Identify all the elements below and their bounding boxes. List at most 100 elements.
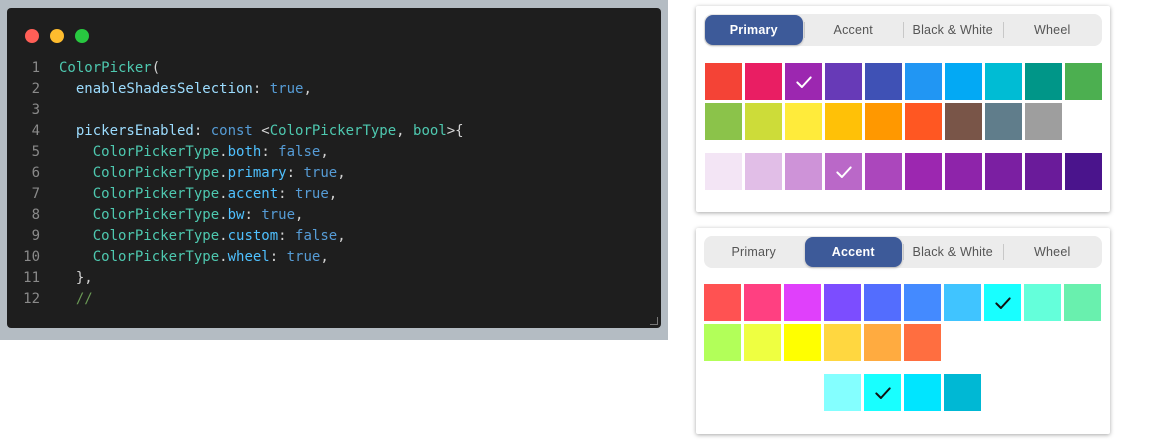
color-swatch[interactable] xyxy=(784,284,821,321)
shade-swatch[interactable] xyxy=(944,374,981,411)
shade-color-row xyxy=(705,153,1105,190)
code-token: false xyxy=(295,228,338,244)
color-swatch[interactable] xyxy=(704,284,741,321)
code-token: : xyxy=(252,81,270,97)
line-number: 9 xyxy=(31,228,40,244)
code-text: pickersEnabled: const <ColorPickerType, … xyxy=(59,121,464,142)
shade-swatch[interactable] xyxy=(785,153,822,190)
code-token: , xyxy=(396,123,414,139)
code-token: ColorPickerType xyxy=(59,228,220,244)
color-swatch[interactable] xyxy=(945,63,982,100)
tab-wheel[interactable]: Wheel xyxy=(1002,15,1102,45)
color-swatch[interactable] xyxy=(1024,284,1061,321)
code-token: : xyxy=(278,186,296,202)
code-token: : xyxy=(269,249,287,265)
tab-primary[interactable]: Primary xyxy=(705,15,803,45)
color-swatch[interactable] xyxy=(904,284,941,321)
close-window-dot[interactable] xyxy=(25,29,39,43)
shade-swatch[interactable] xyxy=(824,374,861,411)
code-token: bool xyxy=(413,123,447,139)
color-swatch[interactable] xyxy=(985,63,1022,100)
code-token: . xyxy=(219,207,228,223)
shade-swatch[interactable] xyxy=(864,374,901,411)
resize-handle-icon[interactable] xyxy=(650,317,658,325)
code-token: enableShadesSelection xyxy=(59,81,253,97)
checkmark-icon xyxy=(835,165,852,178)
color-swatch[interactable] xyxy=(825,103,862,140)
color-swatch[interactable] xyxy=(1025,103,1062,140)
color-swatch[interactable] xyxy=(705,103,742,140)
code-token: , xyxy=(320,249,329,265)
color-swatch[interactable] xyxy=(905,63,942,100)
line-number: 8 xyxy=(31,207,40,223)
color-picker-accent: Primary Accent Black & White Wheel xyxy=(696,228,1110,434)
color-swatch[interactable] xyxy=(785,103,822,140)
tab-black-white[interactable]: Black & White xyxy=(903,15,1002,45)
code-token: ColorPickerType xyxy=(59,207,220,223)
code-line: 7 ColorPickerType.accent: true, xyxy=(7,184,661,205)
color-swatch[interactable] xyxy=(865,103,902,140)
color-swatch[interactable] xyxy=(864,324,901,361)
shade-color-row xyxy=(824,374,984,411)
code-token: const xyxy=(210,123,262,139)
color-swatch[interactable] xyxy=(745,63,782,100)
color-swatch[interactable] xyxy=(945,103,982,140)
shade-swatch[interactable] xyxy=(1025,153,1062,190)
code-token: // xyxy=(59,291,93,307)
color-swatch[interactable] xyxy=(1025,63,1062,100)
color-swatch[interactable] xyxy=(985,103,1022,140)
code-token: ColorPickerType xyxy=(269,123,397,139)
color-swatch[interactable] xyxy=(744,324,781,361)
minimize-window-dot[interactable] xyxy=(50,29,64,43)
line-number: 10 xyxy=(23,249,40,265)
tab-primary[interactable]: Primary xyxy=(705,237,803,267)
shade-swatch[interactable] xyxy=(825,153,862,190)
checkmark-icon xyxy=(994,296,1011,309)
shade-swatch[interactable] xyxy=(985,153,1022,190)
code-text: ColorPickerType.primary: true, xyxy=(59,163,346,184)
line-number: 6 xyxy=(31,165,40,181)
color-swatch[interactable] xyxy=(705,63,742,100)
shade-swatch[interactable] xyxy=(905,153,942,190)
color-swatch[interactable] xyxy=(784,324,821,361)
tab-accent[interactable]: Accent xyxy=(803,15,903,45)
color-swatch[interactable] xyxy=(744,284,781,321)
color-swatch[interactable] xyxy=(1064,284,1101,321)
checkmark-icon xyxy=(795,75,812,88)
tab-accent[interactable]: Accent xyxy=(804,237,902,267)
shade-swatch[interactable] xyxy=(745,153,782,190)
code-token: . xyxy=(219,228,228,244)
color-swatch[interactable] xyxy=(785,63,822,100)
color-swatch[interactable] xyxy=(824,284,861,321)
maximize-window-dot[interactable] xyxy=(75,29,89,43)
color-swatch[interactable] xyxy=(704,324,741,361)
code-text: enableShadesSelection: true, xyxy=(59,79,312,100)
color-swatch[interactable] xyxy=(864,284,901,321)
code-token: true xyxy=(269,81,304,97)
color-swatch[interactable] xyxy=(824,324,861,361)
shade-swatch[interactable] xyxy=(1065,153,1102,190)
code-block[interactable]: 1 ColorPicker(2 enableShadesSelection: tr… xyxy=(7,58,661,310)
color-swatch[interactable] xyxy=(984,284,1021,321)
shade-swatch[interactable] xyxy=(945,153,982,190)
color-swatch[interactable] xyxy=(1065,63,1102,100)
shade-swatch[interactable] xyxy=(904,374,941,411)
code-token: accent xyxy=(227,186,279,202)
code-token: . xyxy=(219,144,228,160)
color-swatch[interactable] xyxy=(825,63,862,100)
color-swatch[interactable] xyxy=(905,103,942,140)
color-swatch[interactable] xyxy=(745,103,782,140)
line-number: 7 xyxy=(31,186,40,202)
shade-swatch[interactable] xyxy=(865,153,902,190)
code-line: 8 ColorPickerType.bw: true, xyxy=(7,205,661,226)
code-text: ColorPickerType.both: false, xyxy=(59,142,329,163)
code-token: true xyxy=(303,165,338,181)
color-swatch[interactable] xyxy=(904,324,941,361)
code-token: < xyxy=(261,123,270,139)
tab-black-white[interactable]: Black & White xyxy=(903,237,1002,267)
color-swatch[interactable] xyxy=(944,284,981,321)
shade-swatch[interactable] xyxy=(705,153,742,190)
color-swatch[interactable] xyxy=(865,63,902,100)
tab-wheel[interactable]: Wheel xyxy=(1002,237,1102,267)
code-token: , xyxy=(328,186,338,202)
